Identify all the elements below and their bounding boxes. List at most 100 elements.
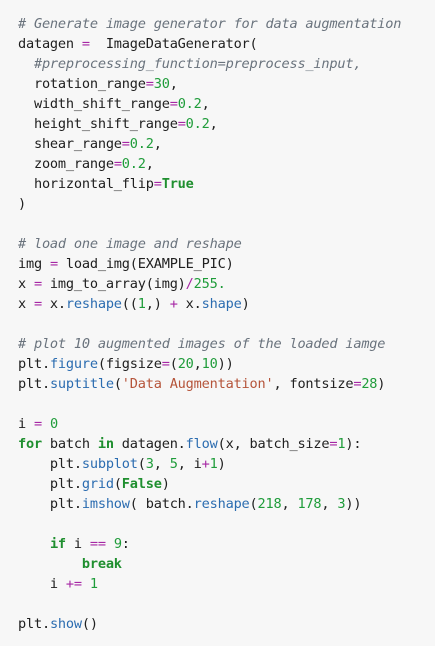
code-token: i [65, 536, 90, 552]
code-line: plt.subplot(3, 5, i+1) [18, 454, 435, 474]
code-token: , i [177, 456, 202, 472]
code-token: x [18, 296, 34, 312]
code-token: plt. [18, 476, 82, 492]
code-line: # load one image and reshape [18, 234, 435, 254]
code-token: 20 [177, 356, 194, 372]
code-token: shear_range [18, 136, 122, 152]
code-token: , [193, 356, 202, 372]
code-line: #preprocessing_function=preprocess_input… [18, 54, 435, 74]
code-token: plt. [18, 616, 50, 632]
code-token: 0.2 [185, 116, 210, 132]
code-token: # load one image and reshape [18, 236, 242, 252]
code-token: i [18, 576, 66, 592]
code-token: rotation_range [18, 76, 146, 92]
code-token: i [18, 416, 34, 432]
code-token: plt. [18, 356, 50, 372]
code-token: ( [113, 376, 122, 392]
code-token: 255. [193, 276, 226, 292]
code-token: height_shift_range [18, 116, 178, 132]
code-line: zoom_range=0.2, [18, 154, 435, 174]
code-token: 0.2 [177, 96, 202, 112]
code-line: rotation_range=30, [18, 74, 435, 94]
code-token: 0 [49, 416, 58, 432]
code-line: i = 0 [18, 414, 435, 434]
code-token: / [185, 276, 194, 292]
code-token: x. [41, 296, 66, 312]
code-token: 1 [137, 296, 146, 312]
code-token: suptitle [49, 376, 114, 392]
code-token: 10 [201, 356, 218, 372]
code-token: == [89, 536, 106, 552]
code-token: + [169, 296, 178, 312]
code-line: # Generate image generator for data augm… [18, 14, 435, 34]
code-token: x [18, 276, 34, 292]
code-token: # Generate image generator for data augm… [18, 16, 402, 32]
code-line: plt.suptitle('Data Augmentation', fontsi… [18, 374, 435, 394]
code-line: width_shift_range=0.2, [18, 94, 435, 114]
code-line: i += 1 [18, 574, 435, 594]
code-token: plt. [18, 496, 82, 512]
code-line: datagen = ImageDataGenerator( [18, 34, 435, 54]
code-token: True [161, 176, 194, 192]
code-token: , [169, 76, 178, 92]
code-token: , [321, 496, 338, 512]
code-token: ,) [145, 296, 170, 312]
code-token: , [201, 96, 210, 112]
code-line: plt.show() [18, 614, 435, 634]
code-token: , [145, 156, 154, 172]
code-token: x. [177, 296, 202, 312]
code-token: flow [185, 436, 218, 452]
code-token: ) [217, 456, 226, 472]
code-token: plt. [18, 456, 82, 472]
code-token: #preprocessing_function=preprocess_input… [18, 56, 362, 72]
code-token: in [97, 436, 114, 452]
code-token: , fontsize [273, 376, 354, 392]
code-line: x = img_to_array(img)/255. [18, 274, 435, 294]
code-token: subplot [81, 456, 138, 472]
code-token: : [121, 536, 130, 552]
code-token: # plot 10 augmented images of the loaded… [18, 336, 386, 352]
code-token: shape [201, 296, 242, 312]
code-token: , [209, 116, 218, 132]
code-token: = [33, 296, 42, 312]
code-token: ( [169, 356, 178, 372]
code-token: )) [345, 496, 362, 512]
code-token: ) [161, 476, 170, 492]
code-token: for [18, 436, 42, 452]
code-token: img_to_array(img) [41, 276, 186, 292]
code-token: grid [81, 476, 114, 492]
code-token: zoom_range [18, 156, 114, 172]
code-token: )) [217, 356, 234, 372]
code-token: 'Data Augmentation' [121, 376, 274, 392]
code-token: ( [249, 496, 258, 512]
code-token: = [33, 416, 42, 432]
code-token: = [33, 276, 42, 292]
code-token: 0.2 [121, 156, 146, 172]
code-token: = [169, 96, 178, 112]
code-token: plt. [18, 376, 50, 392]
code-line: horizontal_flip=True [18, 174, 435, 194]
code-token: ) [18, 196, 26, 212]
code-token: width_shift_range [18, 96, 170, 112]
code-token: 28 [361, 376, 378, 392]
code-token: datagen [18, 36, 82, 52]
code-token: break [81, 556, 122, 572]
code-token: show [49, 616, 82, 632]
code-token: if [49, 536, 66, 552]
code-token: reshape [65, 296, 122, 312]
code-line: plt.figure(figsize=(20,10)) [18, 354, 435, 374]
code-token: ( [113, 476, 122, 492]
code-line: for batch in datagen.flow(x, batch_size=… [18, 434, 435, 454]
code-line: break [18, 554, 435, 574]
code-token: , [153, 456, 170, 472]
code-token: = [145, 76, 154, 92]
code-line: ) [18, 194, 435, 214]
code-line: plt.grid(False) [18, 474, 435, 494]
